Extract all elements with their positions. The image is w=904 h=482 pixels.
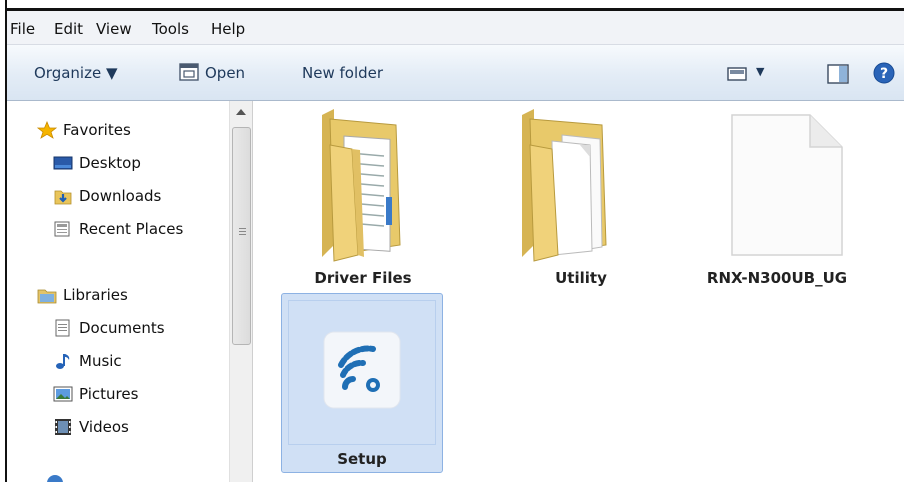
nav-favorites-label: Favorites: [63, 121, 131, 139]
nav-desktop[interactable]: Desktop: [53, 150, 141, 176]
videos-film-icon: [55, 419, 71, 435]
nav-pictures[interactable]: Pictures: [53, 381, 138, 407]
file-list-pane: Driver Files Utility RNX-N300UB_UG Setup: [254, 101, 904, 482]
file-item-driver-files[interactable]: Driver Files: [282, 105, 444, 291]
file-name-driver-files: Driver Files: [314, 269, 412, 287]
folder-with-files-icon: [522, 109, 607, 262]
nav-pictures-label: Pictures: [79, 385, 139, 403]
folder-with-documents-icon: [322, 109, 401, 262]
blank-document-icon: [731, 114, 843, 256]
homegroup-icon: [47, 475, 63, 482]
pictures-icon: [53, 386, 73, 402]
file-item-setup[interactable]: Setup: [281, 293, 443, 473]
nav-music-label: Music: [79, 352, 122, 370]
nav-scrollbar[interactable]: [229, 101, 253, 482]
file-name-setup: Setup: [337, 450, 387, 468]
nav-documents[interactable]: Documents: [53, 315, 165, 341]
views-dropdown-arrow: ▼: [756, 65, 765, 78]
help-icon[interactable]: ?: [873, 62, 895, 84]
new-folder-button[interactable]: New folder: [302, 64, 383, 82]
file-item-rnx-n300ub-ug[interactable]: RNX-N300UB_UG: [682, 105, 872, 291]
menu-bar: File Edit View Tools Help: [7, 11, 904, 45]
scroll-up-arrow[interactable]: [236, 109, 246, 115]
nav-documents-label: Documents: [79, 319, 165, 337]
nav-downloads-label: Downloads: [79, 187, 162, 205]
nav-libraries-label: Libraries: [63, 286, 128, 304]
nav-downloads[interactable]: Downloads: [53, 183, 161, 209]
recent-places-icon: [54, 221, 70, 237]
organize-button[interactable]: Organize ▼: [34, 64, 118, 82]
file-name-utility: Utility: [555, 269, 607, 287]
wifi-app-icon: [323, 331, 401, 409]
nav-music[interactable]: Music: [53, 348, 122, 374]
nav-recent-places-label: Recent Places: [79, 220, 184, 238]
file-name-rnx-n300ub-ug: RNX-N300UB_UG: [706, 269, 848, 287]
open-label: Open: [205, 64, 246, 82]
nav-videos-label: Videos: [79, 418, 129, 436]
music-note-icon: [56, 354, 70, 369]
navigation-pane: Favorites Desktop Downloads Recent Place…: [7, 101, 235, 482]
nav-desktop-label: Desktop: [79, 154, 141, 172]
menu-help[interactable]: Help: [211, 20, 245, 38]
nav-favorites[interactable]: Favorites: [37, 117, 131, 143]
scroll-thumb[interactable]: [232, 127, 251, 345]
views-icon: [727, 67, 747, 81]
change-view-button[interactable]: ▼: [727, 63, 777, 85]
libraries-icon: [37, 289, 57, 304]
menu-tools[interactable]: Tools: [152, 20, 189, 38]
svg-text:?: ?: [880, 66, 888, 82]
menu-edit[interactable]: Edit: [54, 20, 83, 38]
downloads-folder-icon: [54, 190, 72, 205]
preview-pane-icon[interactable]: [827, 64, 849, 84]
desktop-icon: [53, 156, 73, 170]
menu-view[interactable]: View: [96, 20, 132, 38]
nav-libraries[interactable]: Libraries: [37, 282, 128, 308]
nav-recent-places[interactable]: Recent Places: [53, 216, 183, 242]
menu-file[interactable]: File: [10, 20, 35, 38]
command-bar: Organize ▼ Open New folder ▼ ?: [7, 45, 904, 101]
open-app-icon: [179, 63, 199, 81]
file-item-utility[interactable]: Utility: [500, 105, 662, 291]
nav-videos[interactable]: Videos: [53, 414, 129, 440]
star-icon: [37, 121, 57, 139]
scroll-grip: [239, 228, 246, 235]
documents-icon: [55, 319, 70, 337]
